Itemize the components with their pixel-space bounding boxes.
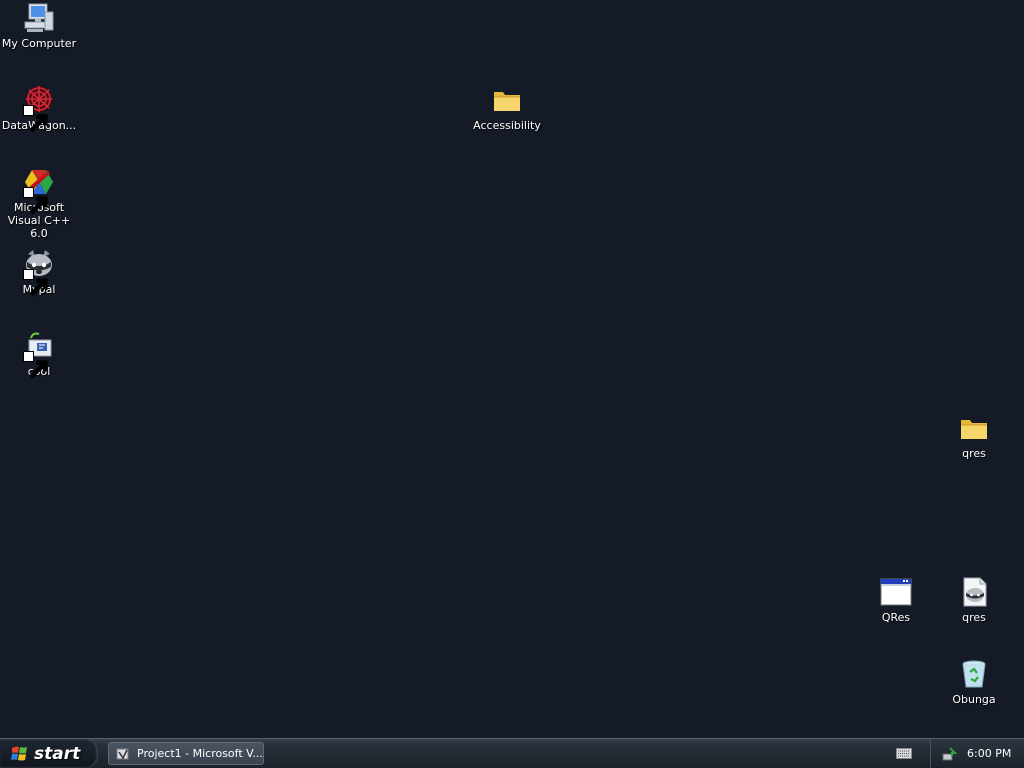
clock[interactable]: 6:00 PM [967, 747, 1011, 760]
desktop-icon-mypal[interactable]: Mypal [0, 248, 78, 297]
desktop-icon-label: qres [962, 611, 986, 624]
desktop[interactable]: My Computer DataWagon... Microsoft Visua… [0, 0, 1024, 738]
shortcut-arrow-icon [23, 269, 48, 297]
system-tray: 6:00 PM [930, 739, 1024, 768]
desktop-icon-my-computer[interactable]: My Computer [0, 2, 78, 50]
network-icon[interactable] [941, 746, 957, 762]
application-window-icon [880, 576, 912, 608]
shortcut-arrow-icon [23, 105, 48, 133]
folder-icon [491, 84, 523, 116]
desktop-icon-cool[interactable]: cool [0, 330, 78, 379]
taskbar-button-project1[interactable]: Project1 - Microsoft V... [108, 742, 264, 765]
my-computer-icon [23, 2, 55, 34]
desktop-icon-qres-folder[interactable]: qres [935, 412, 1013, 460]
raccoon-file-icon [958, 576, 990, 608]
taskbar: start Project1 - Microsoft V... 6:00 PM [0, 738, 1024, 768]
desktop-icon-label: Accessibility [473, 119, 541, 132]
desktop-icon-label: Obunga [952, 693, 996, 706]
desktop-icon-datawagon[interactable]: DataWagon... [0, 84, 78, 133]
start-button[interactable]: start [0, 739, 98, 768]
mypal-raccoon-icon [23, 248, 55, 297]
shortcut-arrow-icon [23, 351, 48, 379]
windows-flag-icon [11, 746, 27, 760]
shortcut-arrow-icon [23, 187, 48, 215]
folder-icon [958, 412, 990, 444]
desktop-icon-label: My Computer [1, 37, 77, 50]
datawagon-icon [23, 84, 55, 133]
recycle-bin-icon [958, 658, 990, 690]
desktop-icon-label: qres [962, 447, 986, 460]
start-label: start [34, 743, 81, 764]
keyboard-icon[interactable] [896, 748, 912, 759]
desktop-icon-accessibility-folder[interactable]: Accessibility [468, 84, 546, 132]
desktop-icon-visual-cpp[interactable]: Microsoft Visual C++ 6.0 [0, 166, 78, 240]
taskbar-button-label: Project1 - Microsoft V... [137, 747, 263, 760]
desktop-icon-qres-app[interactable]: QRes [857, 576, 935, 624]
cool-icon [23, 330, 55, 379]
desktop-icon-recycle-bin[interactable]: Obunga [935, 658, 1013, 706]
desktop-icon-qres-file[interactable]: qres [935, 576, 1013, 624]
visual-cpp-icon [23, 166, 55, 215]
desktop-icon-label: QRes [881, 611, 911, 624]
visual-basic-app-icon [116, 748, 129, 759]
